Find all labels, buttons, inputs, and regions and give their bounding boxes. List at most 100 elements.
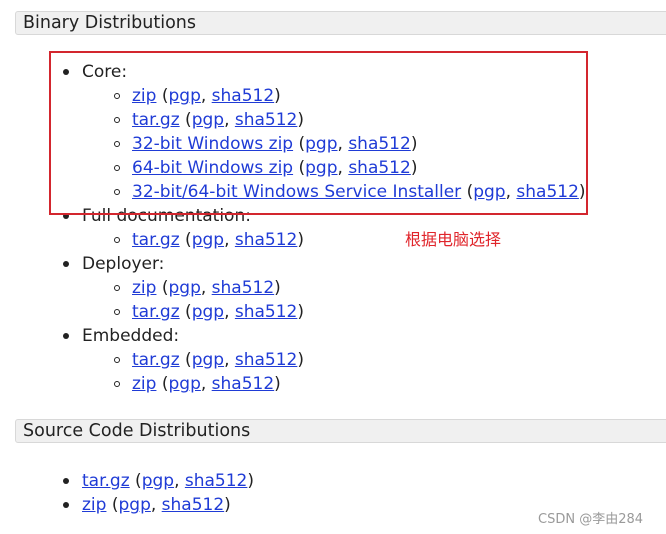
punct-sep: , bbox=[337, 134, 349, 154]
full-doc-item-targz: tar.gz (pgp, sha512) bbox=[132, 228, 304, 252]
core-zip-link[interactable]: zip bbox=[132, 86, 156, 106]
embedded-label: Embedded: bbox=[82, 326, 180, 346]
punct-sep: , bbox=[224, 302, 235, 322]
core-targz-pgp-link[interactable]: pgp bbox=[192, 110, 224, 130]
deployer-targz-sha512-link[interactable]: sha512 bbox=[235, 302, 298, 322]
source-item-bullet bbox=[63, 478, 69, 484]
deployer-item-zip: zip (pgp, sha512) bbox=[132, 276, 281, 300]
punct-close: ) bbox=[578, 182, 586, 202]
core-targz-link[interactable]: tar.gz bbox=[132, 110, 180, 130]
full-doc-targz-link[interactable]: tar.gz bbox=[132, 230, 180, 250]
deployer-targz-pgp-link[interactable]: pgp bbox=[192, 302, 224, 322]
embedded-bullet bbox=[63, 333, 69, 339]
punct-close: ) bbox=[297, 350, 305, 370]
source-item-targz: tar.gz (pgp, sha512) bbox=[82, 469, 254, 493]
full-doc-item-bullet bbox=[114, 237, 120, 243]
punct-open: ( bbox=[156, 86, 169, 106]
core-installer-pgp-link[interactable]: pgp bbox=[473, 182, 505, 202]
binary-distributions-header: Binary Distributions bbox=[15, 11, 666, 35]
punct-open: ( bbox=[156, 374, 169, 394]
full-doc-bullet bbox=[63, 213, 69, 219]
punct-open: ( bbox=[179, 350, 192, 370]
source-targz-sha512-link[interactable]: sha512 bbox=[185, 471, 248, 491]
punct-sep: , bbox=[150, 495, 162, 515]
embedded-targz-sha512-link[interactable]: sha512 bbox=[235, 350, 298, 370]
deployer-zip-link[interactable]: zip bbox=[132, 278, 156, 298]
deployer-item-bullet bbox=[114, 309, 120, 315]
source-targz-link[interactable]: tar.gz bbox=[82, 471, 130, 491]
core-zip-sha512-link[interactable]: sha512 bbox=[212, 86, 275, 106]
punct-sep: , bbox=[200, 374, 212, 394]
source-zip-link[interactable]: zip bbox=[82, 495, 106, 515]
punct-open: ( bbox=[179, 110, 192, 130]
embedded-zip-pgp-link[interactable]: pgp bbox=[168, 374, 200, 394]
core-item-bullet bbox=[114, 93, 120, 99]
source-distributions-header: Source Code Distributions bbox=[15, 419, 666, 443]
punct-close: ) bbox=[297, 110, 305, 130]
source-item-zip: zip (pgp, sha512) bbox=[82, 493, 231, 517]
embedded-item-zip: zip (pgp, sha512) bbox=[132, 372, 281, 396]
punct-sep: , bbox=[224, 350, 235, 370]
punct-close: ) bbox=[247, 471, 255, 491]
core-item-bullet bbox=[114, 189, 120, 195]
core-win64-sha512-link[interactable]: sha512 bbox=[348, 158, 411, 178]
core-zip-pgp-link[interactable]: pgp bbox=[168, 86, 200, 106]
punct-close: ) bbox=[297, 230, 305, 250]
embedded-zip-sha512-link[interactable]: sha512 bbox=[212, 374, 275, 394]
full-doc-pgp-link[interactable]: pgp bbox=[192, 230, 224, 250]
core-targz-sha512-link[interactable]: sha512 bbox=[235, 110, 298, 130]
core-win64-pgp-link[interactable]: pgp bbox=[305, 158, 337, 178]
embedded-zip-link[interactable]: zip bbox=[132, 374, 156, 394]
embedded-item-bullet bbox=[114, 357, 120, 363]
deployer-item-targz: tar.gz (pgp, sha512) bbox=[132, 300, 304, 324]
core-item-bullet bbox=[114, 141, 120, 147]
punct-close: ) bbox=[274, 278, 281, 298]
core-win64-zip-link[interactable]: 64-bit Windows zip bbox=[132, 158, 293, 178]
core-win32-zip-link[interactable]: 32-bit Windows zip bbox=[132, 134, 293, 154]
core-item-bullet bbox=[114, 117, 120, 123]
punct-open: ( bbox=[179, 302, 192, 322]
punct-open: ( bbox=[106, 495, 119, 515]
full-doc-sha512-link[interactable]: sha512 bbox=[235, 230, 298, 250]
punct-open: ( bbox=[293, 158, 306, 178]
binary-distributions-title: Binary Distributions bbox=[23, 13, 197, 33]
core-service-installer-link[interactable]: 32-bit/64-bit Windows Service Installer bbox=[132, 182, 461, 202]
source-distributions-title: Source Code Distributions bbox=[23, 421, 251, 441]
full-doc-label: Full documentation: bbox=[82, 206, 251, 226]
source-item-bullet bbox=[63, 502, 69, 508]
punct-sep: , bbox=[224, 110, 235, 130]
punct-close: ) bbox=[274, 374, 281, 394]
punct-close: ) bbox=[224, 495, 231, 515]
deployer-zip-pgp-link[interactable]: pgp bbox=[168, 278, 200, 298]
deployer-zip-sha512-link[interactable]: sha512 bbox=[212, 278, 275, 298]
punct-open: ( bbox=[293, 134, 306, 154]
source-zip-sha512-link[interactable]: sha512 bbox=[162, 495, 225, 515]
punct-open: ( bbox=[129, 471, 142, 491]
embedded-targz-link[interactable]: tar.gz bbox=[132, 350, 180, 370]
core-win32-sha512-link[interactable]: sha512 bbox=[348, 134, 411, 154]
core-installer-sha512-link[interactable]: sha512 bbox=[516, 182, 579, 202]
watermark: CSDN @李由284 bbox=[538, 512, 644, 527]
punct-open: ( bbox=[179, 230, 192, 250]
core-bullet bbox=[63, 69, 69, 75]
punct-sep: , bbox=[174, 471, 185, 491]
deployer-targz-link[interactable]: tar.gz bbox=[132, 302, 180, 322]
core-item-win32-zip: 32-bit Windows zip (pgp, sha512) bbox=[132, 132, 417, 156]
punct-close: ) bbox=[410, 158, 418, 178]
core-item-service-installer: 32-bit/64-bit Windows Service Installer … bbox=[132, 180, 586, 204]
source-targz-pgp-link[interactable]: pgp bbox=[142, 471, 174, 491]
core-win32-pgp-link[interactable]: pgp bbox=[305, 134, 337, 154]
embedded-targz-pgp-link[interactable]: pgp bbox=[192, 350, 224, 370]
embedded-item-targz: tar.gz (pgp, sha512) bbox=[132, 348, 304, 372]
deployer-bullet bbox=[63, 261, 69, 267]
punct-sep: , bbox=[337, 158, 349, 178]
punct-close: ) bbox=[274, 86, 281, 106]
deployer-item-bullet bbox=[114, 285, 120, 291]
punct-sep: , bbox=[200, 86, 212, 106]
punct-open: ( bbox=[156, 278, 169, 298]
punct-open: ( bbox=[461, 182, 474, 202]
source-zip-pgp-link[interactable]: pgp bbox=[118, 495, 150, 515]
punct-sep: , bbox=[505, 182, 517, 202]
punct-sep: , bbox=[200, 278, 212, 298]
core-item-win64-zip: 64-bit Windows zip (pgp, sha512) bbox=[132, 156, 417, 180]
